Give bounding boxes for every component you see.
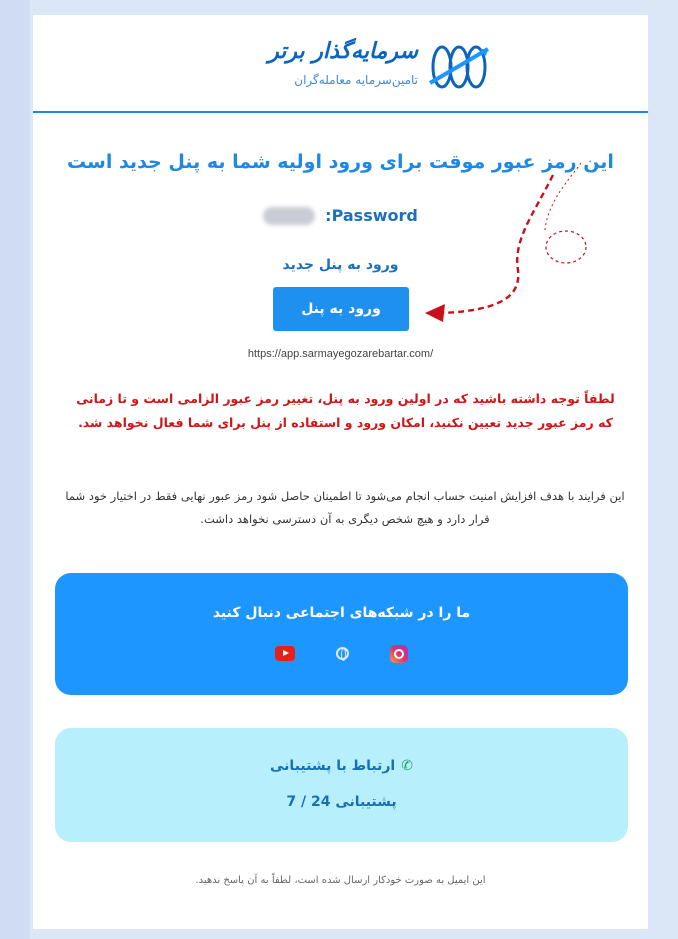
panel-url[interactable]: https://app.sarmayegozarebartar.com/ xyxy=(33,348,648,360)
login-to-panel-button[interactable]: ورود به پنل xyxy=(273,287,409,331)
password-value-redacted xyxy=(263,206,316,225)
email-card: سرمایه‌گذار برتر تامین‌سرمایه معامله‌گرا… xyxy=(33,15,648,929)
brand-tagline: تامین‌سرمایه معامله‌گران xyxy=(294,73,418,87)
password-label: :Password xyxy=(325,206,418,225)
brand-mark-icon xyxy=(428,45,490,89)
social-title: ما را در شبکه‌های اجتماعی دنبال کنید xyxy=(212,605,471,621)
support-title-text: ارتباط با پشتیبانی xyxy=(270,758,396,774)
password-change-warning: لطفاً توجه داشته باشید که در اولین ورود … xyxy=(76,391,615,430)
auto-email-notice: این ایمیل به صورت خودکار ارسال شده است، … xyxy=(195,875,486,886)
support-title[interactable]: ✆ ارتباط با پشتیبانی xyxy=(55,758,628,774)
social-icons xyxy=(55,643,628,663)
page-background-strip xyxy=(0,0,30,939)
instagram-icon[interactable] xyxy=(390,644,409,663)
password-row: :Password xyxy=(33,205,648,225)
new-panel-link[interactable]: ورود به پنل جدید xyxy=(33,257,648,273)
email-header: سرمایه‌گذار برتر تامین‌سرمایه معامله‌گرا… xyxy=(33,15,648,113)
email-title: این رمز عبور موقت برای ورود اولیه شما به… xyxy=(67,151,614,173)
phone-icon: ✆ xyxy=(401,758,413,774)
brand-logo[interactable]: سرمایه‌گذار برتر تامین‌سرمایه معامله‌گرا… xyxy=(208,39,498,99)
support-hours: پشتیبانی 24 / 7 xyxy=(286,794,397,810)
youtube-icon[interactable] xyxy=(274,646,295,661)
globe-icon[interactable] xyxy=(336,647,349,661)
social-section: ما را در شبکه‌های اجتماعی دنبال کنید xyxy=(55,573,628,695)
brand-name: سرمایه‌گذار برتر xyxy=(268,39,418,64)
security-info-text: این فرایند با هدف افزایش امنیت حساب انجا… xyxy=(65,489,625,526)
support-section: ✆ ارتباط با پشتیبانی پشتیبانی 24 / 7 xyxy=(55,728,628,842)
